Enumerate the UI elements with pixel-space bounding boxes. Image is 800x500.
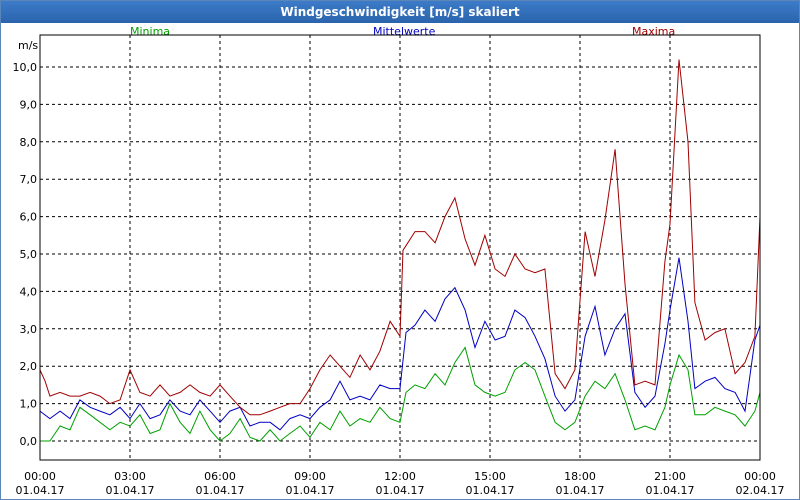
x-tick-date-0: 01.04.17	[16, 484, 65, 497]
y-tick-label-2: 2,0	[20, 360, 38, 373]
y-tick-label-7: 7,0	[20, 173, 38, 186]
x-tick-date-1: 01.04.17	[106, 484, 155, 497]
x-tick-time-1: 03:00	[114, 470, 146, 483]
x-tick-date-4: 01.04.17	[376, 484, 425, 497]
x-axis-ticks: 00:0001.04.1703:0001.04.1706:0001.04.170…	[16, 470, 785, 497]
x-tick-time-4: 12:00	[384, 470, 416, 483]
x-tick-date-3: 01.04.17	[286, 484, 335, 497]
x-tick-time-3: 09:00	[294, 470, 326, 483]
x-tick-time-2: 06:00	[204, 470, 236, 483]
y-axis-unit: m/s	[18, 39, 38, 52]
line-chart: m/s 0,0 1,0 2,0 3,0 4,0 5,0 6,0 7,0 8,0 9,0 10,0 0…	[13, 34, 785, 497]
x-tick-date-7: 01.04.17	[646, 484, 695, 497]
x-tick-date-8: 02.04.17	[736, 484, 785, 497]
x-tick-time-7: 21:00	[654, 470, 686, 483]
y-tick-label-4: 4,0	[20, 285, 38, 298]
y-tick-label-6: 6,0	[20, 211, 38, 224]
y-tick-label-9: 9,0	[20, 98, 38, 111]
y-tick-label-0: 0,0	[20, 435, 38, 448]
y-axis-ticks: 0,0 1,0 2,0 3,0 4,0 5,0 6,0 7,0 8,0 9,0 10,0	[13, 61, 38, 448]
x-tick-time-5: 15:00	[474, 470, 506, 483]
x-tick-time-6: 18:00	[564, 470, 596, 483]
grid-lines	[40, 35, 760, 460]
x-tick-date-5: 01.04.17	[466, 484, 515, 497]
y-tick-label-1: 1,0	[20, 398, 38, 411]
y-tick-label-5: 5,0	[20, 248, 38, 261]
y-tick-label-3: 3,0	[20, 323, 38, 336]
y-tick-label-8: 8,0	[20, 136, 38, 149]
x-tick-date-6: 01.04.17	[556, 484, 605, 497]
x-tick-date-2: 01.04.17	[196, 484, 245, 497]
y-tick-label-10: 10,0	[13, 61, 38, 74]
x-tick-time-0: 00:00	[24, 470, 56, 483]
x-tick-time-8: 00:00	[744, 470, 776, 483]
